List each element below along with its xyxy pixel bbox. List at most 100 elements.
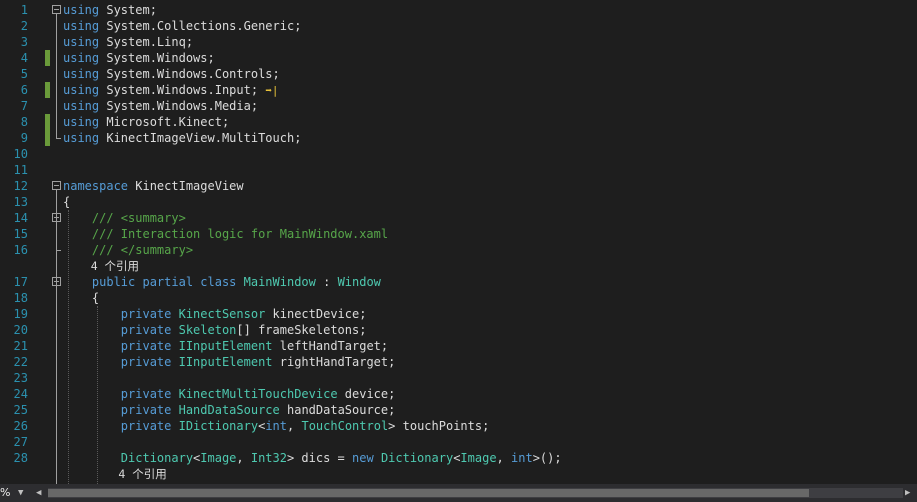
code-line: private IInputElement rightHandTarget; [63, 354, 396, 370]
line-number: 22 [13, 355, 28, 369]
code-line: using System.Collections.Generic; [63, 18, 301, 34]
code-line: using KinectImageView.MultiTouch; [63, 130, 301, 146]
code-token: Skeleton [178, 323, 237, 337]
code-token: IInputElement [178, 355, 273, 369]
code-token: , [287, 419, 302, 433]
code-line: using System.Windows.Input; ➡| [63, 82, 279, 98]
collapse-icon[interactable] [52, 277, 61, 286]
collapse-icon[interactable] [52, 5, 61, 14]
outline-line [56, 286, 57, 484]
code-token: , [496, 451, 511, 465]
code-token: >(); [532, 451, 562, 465]
code-line: Dictionary<Image, Int32> dics = new Dict… [63, 450, 562, 466]
code-line: /// </summary> [63, 242, 193, 258]
code-token: KinectImageView [128, 179, 244, 193]
code-token: using [63, 51, 100, 65]
line-number: 11 [13, 163, 28, 177]
outline-line [56, 14, 57, 138]
code-line: using System; [63, 2, 157, 18]
line-number [0, 258, 28, 274]
indent-guide [97, 306, 98, 484]
code-line: using System.Windows.Controls; [63, 66, 280, 82]
code-token: > dics = [286, 451, 353, 465]
code-editor[interactable]: 1 using System; 2 using System.Collections.… [0, 0, 917, 484]
horizontal-scrollbar[interactable] [48, 488, 903, 498]
code-token: /// <summary> [63, 211, 186, 225]
code-token: Int32 [250, 451, 287, 465]
line-number: 14 [13, 211, 28, 225]
code-token: new [352, 451, 374, 465]
code-line: /// Interaction logic for MainWindow.xam… [63, 226, 388, 242]
code-token: Dictionary [63, 451, 194, 465]
code-token: using [63, 35, 100, 49]
line-number: 24 [13, 387, 28, 401]
line-number: 17 [13, 275, 28, 289]
code-token: KinectSensor [178, 307, 266, 321]
line-number: 19 [13, 307, 28, 321]
code-token: rightHandTarget; [272, 355, 396, 369]
line-number: 6 [20, 83, 28, 97]
zoom-level[interactable]: % [0, 486, 10, 500]
code-token: Image [200, 451, 237, 465]
code-token: using [63, 67, 100, 81]
code-line: private KinectMultiTouchDevice device; [63, 386, 396, 402]
code-line: private Skeleton[] frameSkeletons; [63, 322, 367, 338]
scroll-left-icon[interactable]: ◀ [36, 486, 41, 500]
code-line: private IDictionary<int, TouchControl> t… [63, 418, 490, 434]
code-token: using [63, 99, 100, 113]
outline-end [56, 250, 61, 251]
code-line: { [63, 194, 70, 210]
code-token: using [63, 83, 100, 97]
code-token: 4 个引用 [63, 259, 140, 273]
code-token: using [63, 115, 100, 129]
line-number: 25 [13, 403, 28, 417]
change-marker [45, 130, 50, 146]
code-token: Dictionary [380, 451, 454, 465]
code-token: System.Windows; [99, 51, 215, 65]
code-token: IInputElement [178, 339, 273, 353]
code-token: namespace [63, 179, 129, 193]
change-marker [45, 50, 50, 66]
collapse-icon[interactable] [52, 213, 61, 222]
line-number: 26 [13, 419, 28, 433]
code-token: int [265, 419, 288, 433]
code-token: private [63, 403, 172, 417]
code-token: private [63, 387, 172, 401]
code-line: using System.Linq; [63, 34, 193, 50]
codelens-reference-count[interactable]: 4 个引用 [63, 466, 166, 482]
line-number: 10 [13, 147, 28, 161]
code-token: : [315, 275, 338, 289]
code-line: private IInputElement leftHandTarget; [63, 338, 388, 354]
scrollbar-thumb[interactable] [48, 489, 809, 497]
code-token: int [511, 451, 533, 465]
line-number: 28 [13, 451, 28, 465]
code-token: MainWindow [243, 275, 316, 289]
code-token: device; [337, 387, 396, 401]
code-token: System.Collections.Generic; [99, 19, 302, 33]
zoom-dropdown-icon[interactable]: ▼ [18, 486, 23, 500]
code-token: private [63, 355, 172, 369]
code-token: handDataSource; [279, 403, 396, 417]
code-token: leftHandTarget; [272, 339, 389, 353]
collapse-icon[interactable] [52, 181, 61, 190]
outline-line [56, 222, 57, 250]
code-token: public partial class [63, 275, 237, 289]
line-number: 16 [13, 243, 28, 257]
code-token: Microsoft.Kinect; [99, 115, 230, 129]
code-token: Image [460, 451, 497, 465]
code-token: IDictionary [178, 419, 259, 433]
code-token: kinectDevice; [265, 307, 367, 321]
codelens-reference-count[interactable]: 4 个引用 [63, 258, 139, 274]
code-token: KinectImageView.MultiTouch; [99, 131, 302, 145]
code-token: System.Windows.Controls; [99, 67, 280, 81]
line-number: 18 [13, 291, 28, 305]
code-token: , [236, 451, 251, 465]
scroll-right-icon[interactable]: ▶ [905, 486, 910, 500]
lightbulb-arrow-icon[interactable]: ➡| [265, 84, 278, 97]
